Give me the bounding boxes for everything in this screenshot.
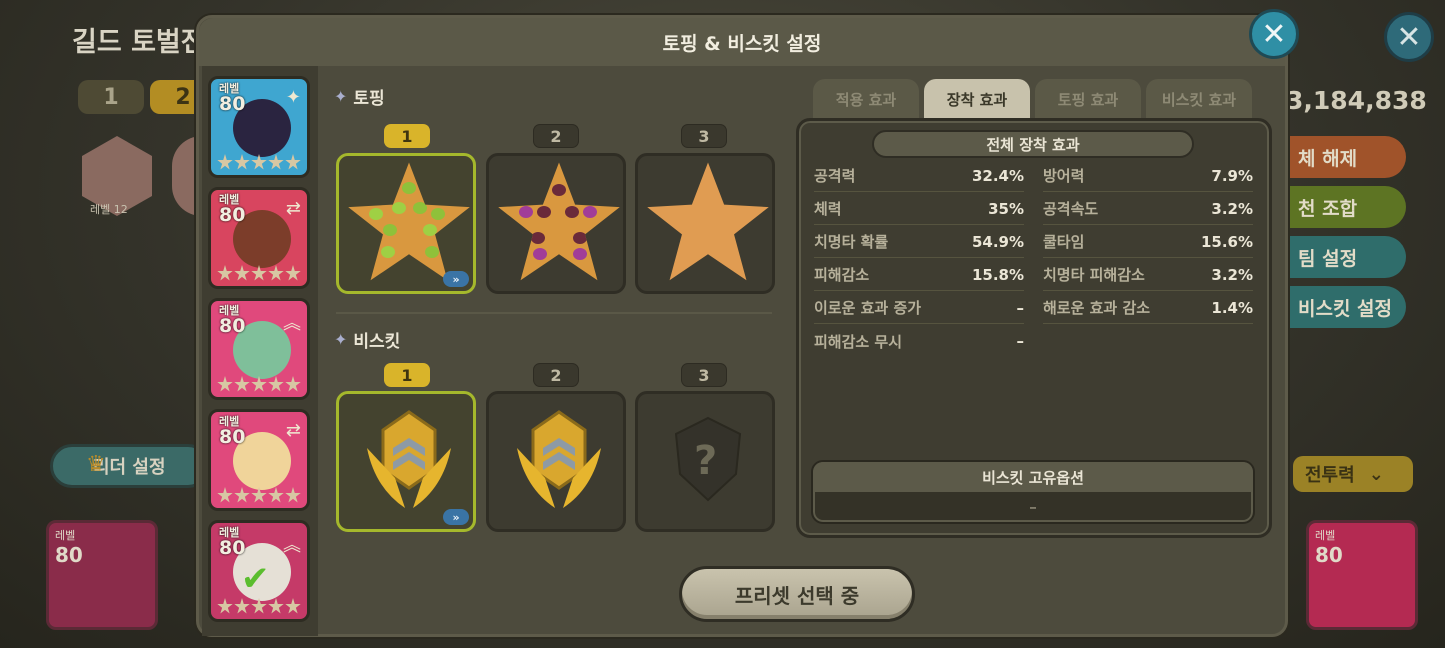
plain-star-topping-icon [647, 162, 769, 281]
biscuit-unique-option-title: 비스킷 고유옵션 [813, 462, 1253, 492]
biscuit-unique-option-value: – [1029, 498, 1037, 516]
biscuit-preset-slot-3[interactable]: ? [635, 391, 775, 532]
swap-icon: ⇄ [285, 420, 301, 441]
bg-recommend-button: 천 조합 [1290, 186, 1406, 228]
biscuit-slot-number-3: 3 [681, 363, 727, 387]
topping-preset-slot-1[interactable]: » [336, 153, 476, 294]
bg-team-setting-button: 팀 설정 [1290, 236, 1406, 278]
stat-row: 공격력 32.4% [814, 160, 1024, 192]
topping-preset-slot-3[interactable] [635, 153, 775, 294]
topping-slot-number-1: 1 [384, 124, 430, 148]
biscuit-preset-slot-2[interactable] [486, 391, 626, 532]
stat-row: 체력 35% [814, 193, 1024, 225]
stat-row: 쿨타임 15.6% [1043, 226, 1253, 258]
stat-row: 이로운 효과 증가 – [814, 292, 1024, 324]
tab-biscuit-effect[interactable]: 비스킷 효과 [1146, 79, 1252, 119]
topping-preset-slot-2[interactable] [486, 153, 626, 294]
bg-card-level: 레벨 80 [55, 529, 83, 567]
sparkle-icon: ✦ [334, 330, 348, 349]
golden-biscuit-icon [517, 410, 601, 508]
bg-hex-level: 레벨 12 [90, 203, 128, 216]
cookie-level: 레벨 80 [219, 193, 246, 226]
checkmark-icon: ✔ [241, 559, 270, 599]
sparkle-icon: ✦ [334, 87, 348, 106]
cookie-card-5[interactable]: 레벨 80 ︽ ✔ [208, 520, 310, 622]
stat-row: 치명타 피해감소 3.2% [1043, 259, 1253, 291]
star-rating [217, 376, 301, 393]
stat-row: 피해감소 15.8% [814, 259, 1024, 291]
bg-cookie-card: 레벨 80 [1306, 520, 1418, 630]
effects-title: 전체 장착 효과 [872, 130, 1194, 158]
star-rating [217, 154, 301, 171]
swap-icon: ⇄ [285, 198, 301, 219]
question-mark: ? [694, 438, 718, 484]
more-options-icon[interactable]: » [443, 271, 469, 287]
more-options-icon[interactable]: » [443, 509, 469, 525]
chevron-down-icon: ⌄ [1368, 463, 1384, 485]
bg-unequip-all-button: 체 해제 [1290, 136, 1406, 178]
biscuit-preset-slot-1[interactable]: » [336, 391, 476, 532]
cookie-card-4[interactable]: 레벨 80 ⇄ [208, 409, 310, 511]
stat-row: 방어력 7.9% [1043, 160, 1253, 192]
topping-slot-number-3: 3 [681, 124, 727, 148]
cookie-level: 레벨 80 [219, 415, 246, 448]
star-rating [217, 487, 301, 504]
biscuit-slot-number-2: 2 [533, 363, 579, 387]
cookie-level: 레벨 80 [219, 304, 246, 337]
green-bean-topping-icon [348, 162, 470, 281]
cookie-level: 레벨 80 [219, 82, 246, 115]
stat-row: 피해감소 무시 – [814, 332, 1024, 351]
chevron-up-icon: ︽ [283, 535, 301, 556]
crown-icon: ♛ [86, 452, 106, 477]
tab-applied-effect[interactable]: 적용 효과 [813, 79, 919, 119]
stat-row: 공격속도 3.2% [1043, 193, 1253, 225]
bg-power-dropdown: 전투력 ⌄ [1293, 456, 1413, 492]
modal-title: 토핑 & 비스킷 설정 [199, 18, 1285, 66]
biscuit-slot-number-1: 1 [384, 363, 430, 387]
preset-select-button[interactable]: 프리셋 선택 중 [679, 566, 915, 622]
star-rating [217, 265, 301, 282]
leader-setting-button: 리더 설정 [50, 444, 210, 488]
bg-card-level: 레벨 80 [1315, 529, 1343, 567]
cookie-card-2[interactable]: 레벨 80 ⇄ [208, 187, 310, 289]
star-rating [217, 598, 301, 615]
cookie-card-1[interactable]: 레벨 80 ✦ [208, 76, 310, 178]
section-divider [336, 312, 772, 314]
bg-cookie-card: 레벨 80 [46, 520, 158, 630]
bg-biscuit-setting-button: 비스킷 설정 [1290, 286, 1406, 328]
stat-row: 치명타 확률 54.9% [814, 226, 1024, 258]
close-icon[interactable]: ✕ [1249, 9, 1299, 59]
bg-close-icon: ✕ [1384, 12, 1434, 62]
bg-tab-1: 1 [78, 80, 144, 114]
bg-score: 3,184,838 [1286, 86, 1427, 115]
biscuit-section-label: ✦ 비스킷 [334, 330, 401, 352]
tab-equip-effect[interactable]: 장착 효과 [924, 79, 1030, 119]
topping-slot-number-2: 2 [533, 124, 579, 148]
stat-row: 해로운 효과 감소 1.4% [1043, 292, 1253, 324]
cookie-level: 레벨 80 [219, 526, 246, 559]
cookie-card-3[interactable]: 레벨 80 ︽ [208, 298, 310, 400]
bg-title: 길드 토벌전 [72, 27, 206, 58]
chevron-up-icon: ︽ [283, 313, 301, 334]
bg-power-label: 전투력 [1305, 465, 1355, 486]
cookie-list: 레벨 80 ✦ 레벨 80 ⇄ 레벨 80 ︽ 레벨 80 ⇄ 레벨 80 ︽ ✔ [202, 66, 318, 636]
purple-bean-topping-icon [498, 162, 620, 281]
golden-biscuit-icon [367, 410, 451, 508]
tab-topping-effect[interactable]: 토핑 효과 [1035, 79, 1141, 119]
wand-icon: ✦ [285, 87, 301, 108]
topping-section-label: ✦ 토핑 [334, 87, 385, 109]
